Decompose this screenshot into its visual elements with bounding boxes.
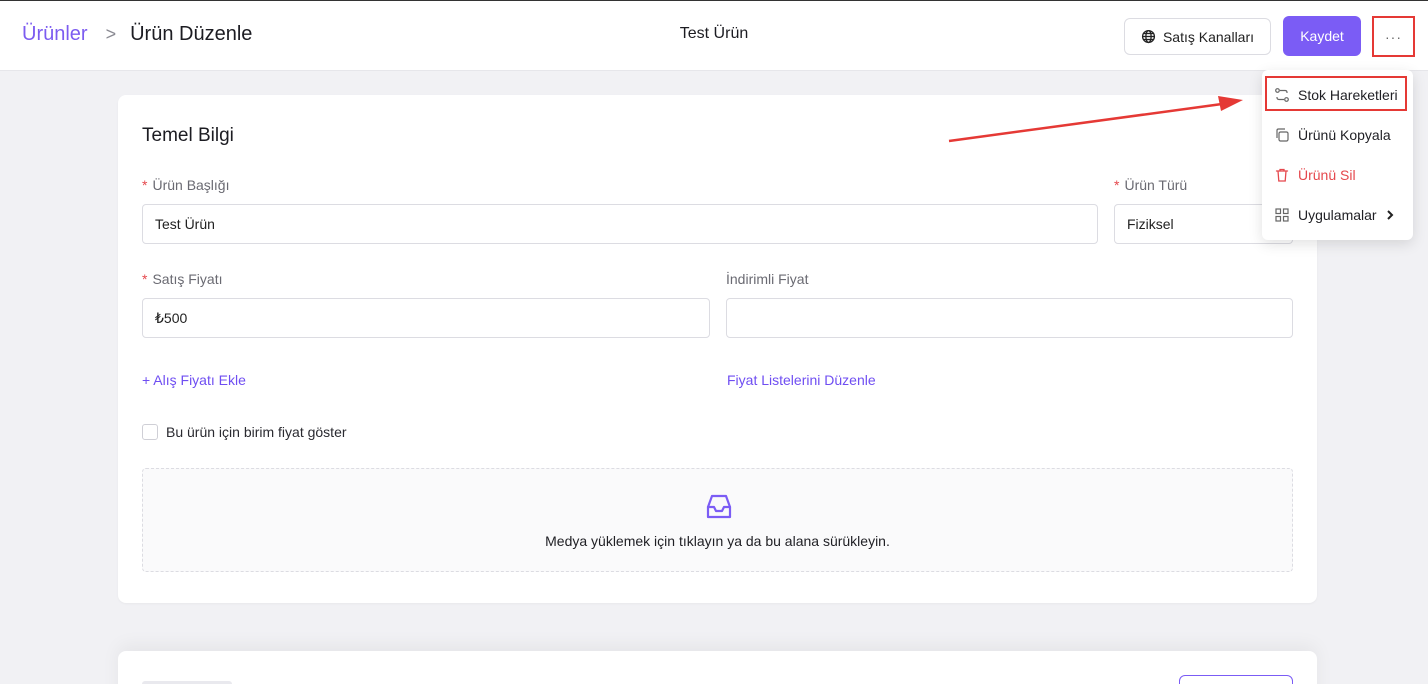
- second-card: [118, 651, 1317, 684]
- menu-item-apps[interactable]: Uygulamalar: [1274, 207, 1403, 223]
- menu-item-label: Ürünü Sil: [1298, 167, 1356, 183]
- globe-icon: [1141, 29, 1156, 44]
- menu-item-label: Stok Hareketleri: [1298, 87, 1398, 103]
- chevron-right-icon: [1386, 210, 1394, 220]
- discount-price-label: İndirimli Fiyat: [726, 271, 809, 287]
- discount-price-input[interactable]: [726, 298, 1293, 338]
- menu-item-copy-product[interactable]: Ürünü Kopyala: [1274, 127, 1391, 143]
- trash-icon: [1275, 168, 1289, 182]
- product-title-label: * Ürün Başlığı: [142, 177, 230, 193]
- media-dropzone-text: Medya yüklemek için tıklayın ya da bu al…: [545, 533, 890, 549]
- save-button[interactable]: Kaydet: [1283, 16, 1361, 56]
- more-options-button[interactable]: ···: [1372, 16, 1415, 57]
- unit-price-checkbox[interactable]: [142, 424, 158, 440]
- menu-item-label: Uygulamalar: [1298, 207, 1377, 223]
- sale-price-input[interactable]: ₺500: [142, 298, 710, 338]
- section-title: Temel Bilgi: [142, 125, 234, 146]
- required-mark: *: [142, 271, 148, 287]
- edit-price-lists-link[interactable]: Fiyat Listelerini Düzenle: [727, 372, 876, 388]
- sale-price-label-text: Satış Fiyatı: [152, 271, 223, 287]
- sales-channels-button[interactable]: Satış Kanalları: [1124, 18, 1271, 55]
- product-title-label-text: Ürün Başlığı: [152, 177, 230, 193]
- basic-info-card: Temel Bilgi * Ürün Başlığı Test Ürün * Ürü…: [118, 95, 1317, 603]
- more-options-menu: Stok Hareketleri Ürünü Kopyala Ürünü Sil…: [1262, 70, 1413, 240]
- top-bar: Ürünler > Ürün Düzenle Test Ürün Satış K…: [0, 0, 1428, 71]
- sales-channels-label: Satış Kanalları: [1162, 28, 1255, 45]
- stock-movements-icon: [1275, 88, 1289, 102]
- inbox-icon: [706, 494, 732, 519]
- required-mark: *: [142, 177, 148, 193]
- add-purchase-price-link[interactable]: + Alış Fiyatı Ekle: [142, 372, 246, 388]
- media-dropzone[interactable]: Medya yüklemek için tıklayın ya da bu al…: [142, 468, 1293, 572]
- product-title-input[interactable]: Test Ürün: [142, 204, 1098, 244]
- menu-item-stock-movements[interactable]: Stok Hareketleri: [1274, 87, 1398, 103]
- unit-price-row: Bu ürün için birim fiyat göster: [142, 424, 347, 440]
- more-dots-icon: ···: [1385, 28, 1402, 45]
- menu-item-label: Ürünü Kopyala: [1298, 127, 1391, 143]
- menu-item-delete-product[interactable]: Ürünü Sil: [1274, 167, 1356, 183]
- sale-price-label: * Satış Fiyatı: [142, 271, 222, 287]
- second-card-button[interactable]: [1179, 675, 1293, 684]
- copy-icon: [1276, 128, 1289, 142]
- required-mark: *: [1114, 177, 1120, 193]
- product-type-label: * Ürün Türü: [1114, 177, 1187, 193]
- unit-price-checkbox-label[interactable]: Bu ürün için birim fiyat göster: [166, 424, 347, 440]
- grid-icon: [1275, 208, 1289, 222]
- product-type-label-text: Ürün Türü: [1124, 177, 1188, 193]
